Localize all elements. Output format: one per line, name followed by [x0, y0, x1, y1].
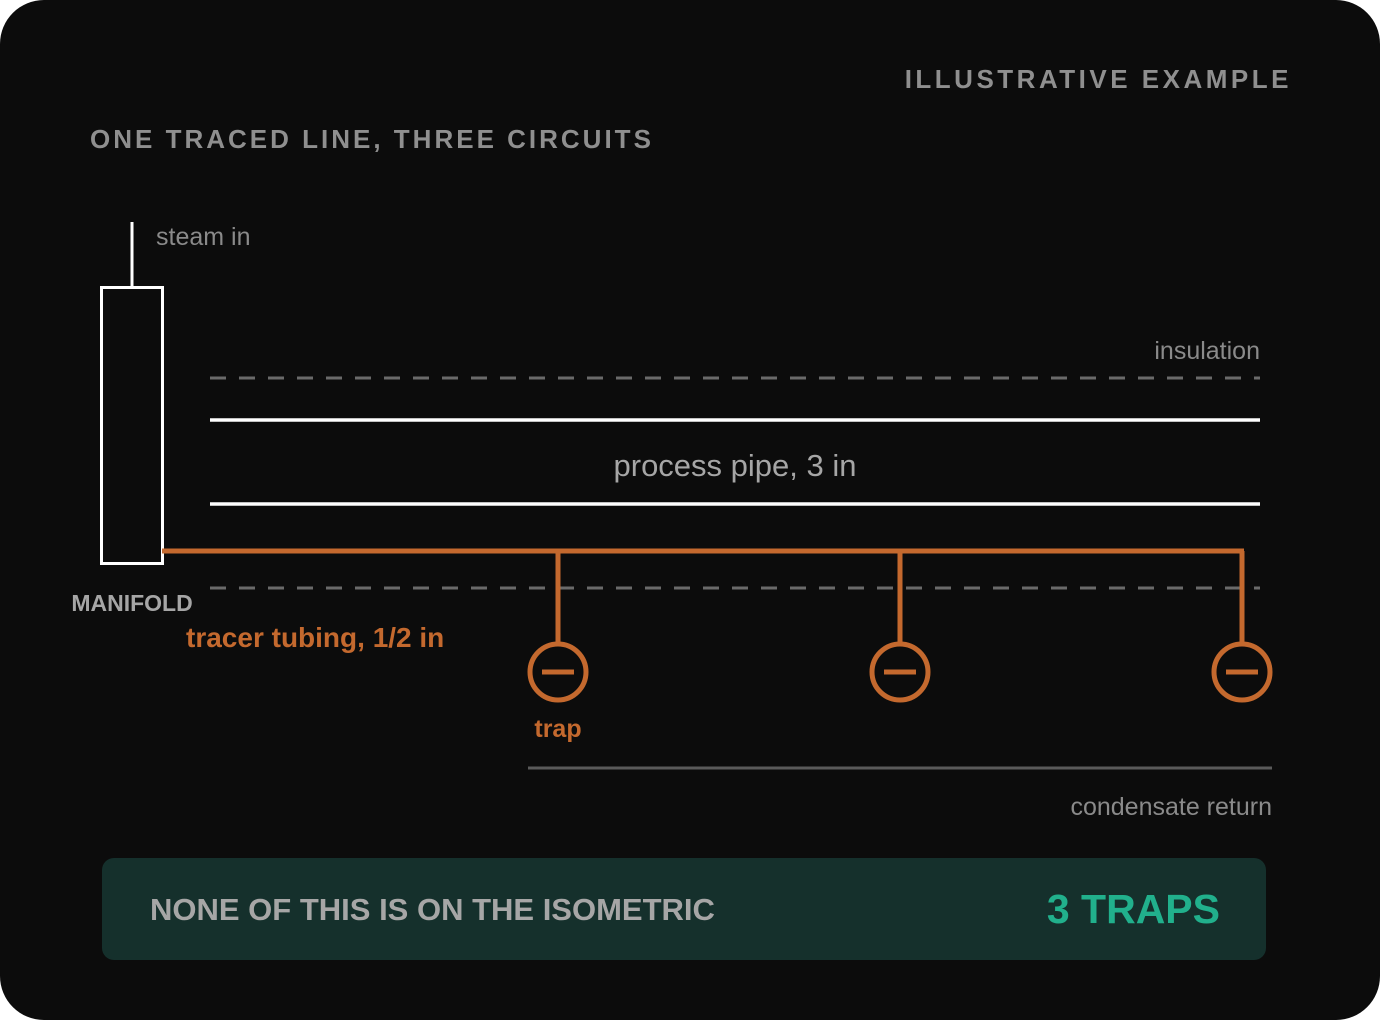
tracer-tubing-label: tracer tubing, 1/2 in: [186, 622, 444, 653]
trap-count-badge: 3 TRAPS: [1046, 886, 1220, 932]
steam-trap-icon: [1211, 641, 1273, 703]
manifold-box: [100, 286, 164, 565]
manifold-label: MANIFOLD: [71, 590, 192, 616]
footer-note: NONE OF THIS IS ON THE ISOMETRIC: [150, 892, 715, 927]
steam-trap-icon: [527, 641, 589, 703]
steam-trap-icon: [869, 641, 931, 703]
condensate-return-label: condensate return: [1070, 793, 1272, 821]
diagram-card: ILLUSTRATIVE EXAMPLE ONE TRACED LINE, TH…: [0, 0, 1380, 1020]
footer-banner: NONE OF THIS IS ON THE ISOMETRIC 3 TRAPS: [102, 858, 1266, 960]
trap-label: trap: [534, 715, 581, 743]
steam-in-label: steam in: [156, 223, 250, 251]
process-pipe-label: process pipe, 3 in: [614, 448, 857, 483]
insulation-label: insulation: [1154, 337, 1260, 365]
